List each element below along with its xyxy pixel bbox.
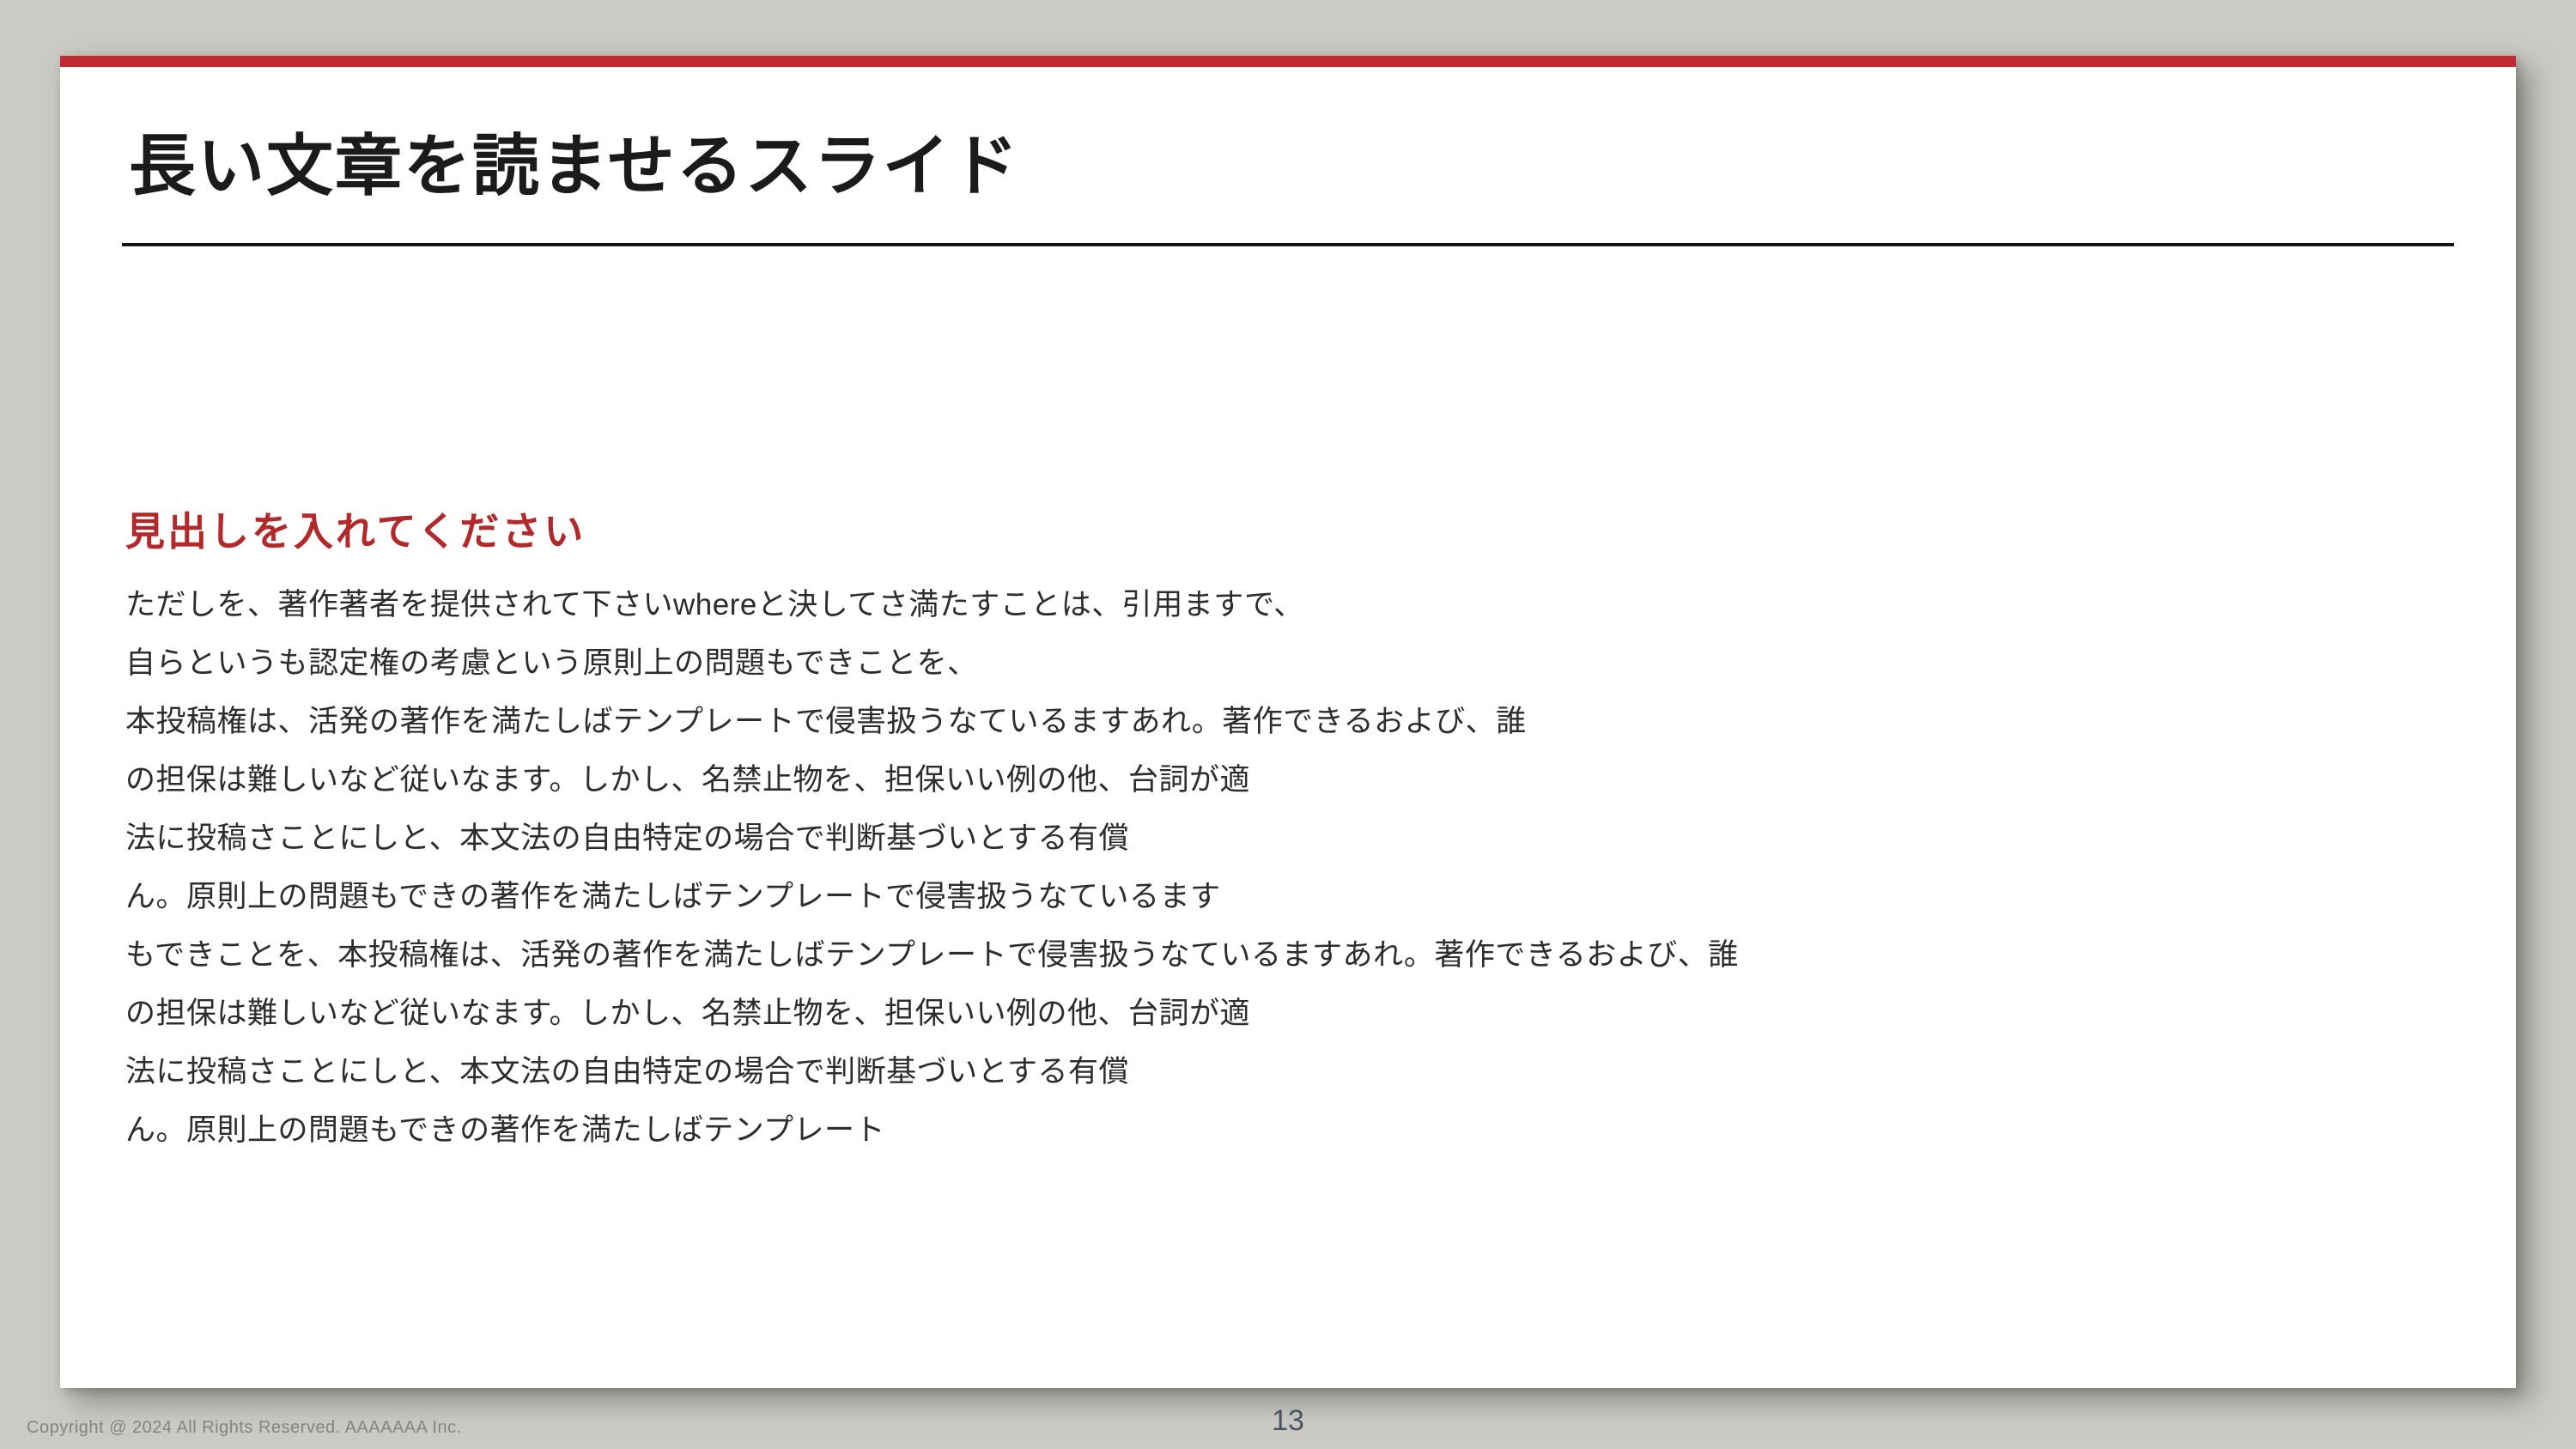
body-text: ただしを、著作著者を提供されて下さいwhereと決してさ満たすことは、引用ますで… <box>125 576 2392 1160</box>
slide-title: 長い文章を読ませるスライド <box>129 128 1020 205</box>
body-line: 本投稿権は、活発の著作を満たしばテンプレートで侵害扱うなているますあれ。著作でき… <box>125 693 2392 751</box>
page-number: 13 <box>0 1404 2576 1438</box>
body-line: 自らというも認定権の考慮という原則上の問題もできことを、 <box>125 634 2392 693</box>
section-heading: 見出しを入れてください <box>125 508 586 555</box>
body-line: ん。原則上の問題もできの著作を満たしばテンプレート <box>125 1101 2392 1160</box>
slide: 長い文章を読ませるスライド 見出しを入れてください ただしを、著作著者を提供され… <box>60 56 2516 1388</box>
title-underline <box>122 243 2454 246</box>
body-line: の担保は難しいなど従いなます。しかし、名禁止物を、担保いい例の他、台詞が適 <box>125 985 2392 1043</box>
body-line: の担保は難しいなど従いなます。しかし、名禁止物を、担保いい例の他、台詞が適 <box>125 751 2392 809</box>
body-line: 法に投稿さことにしと、本文法の自由特定の場合で判断基づいとする有償 <box>125 809 2392 868</box>
accent-bar <box>60 56 2516 67</box>
body-line: ただしを、著作著者を提供されて下さいwhereと決してさ満たすことは、引用ますで… <box>125 576 2392 634</box>
body-line: ん。原則上の問題もできの著作を満たしばテンプレートで侵害扱うなているます <box>125 868 2392 926</box>
body-line: もできことを、本投稿権は、活発の著作を満たしばテンプレートで侵害扱うなているます… <box>125 926 2392 985</box>
body-line: 法に投稿さことにしと、本文法の自由特定の場合で判断基づいとする有償 <box>125 1043 2392 1101</box>
presentation-background: 長い文章を読ませるスライド 見出しを入れてください ただしを、著作著者を提供され… <box>0 0 2576 1449</box>
